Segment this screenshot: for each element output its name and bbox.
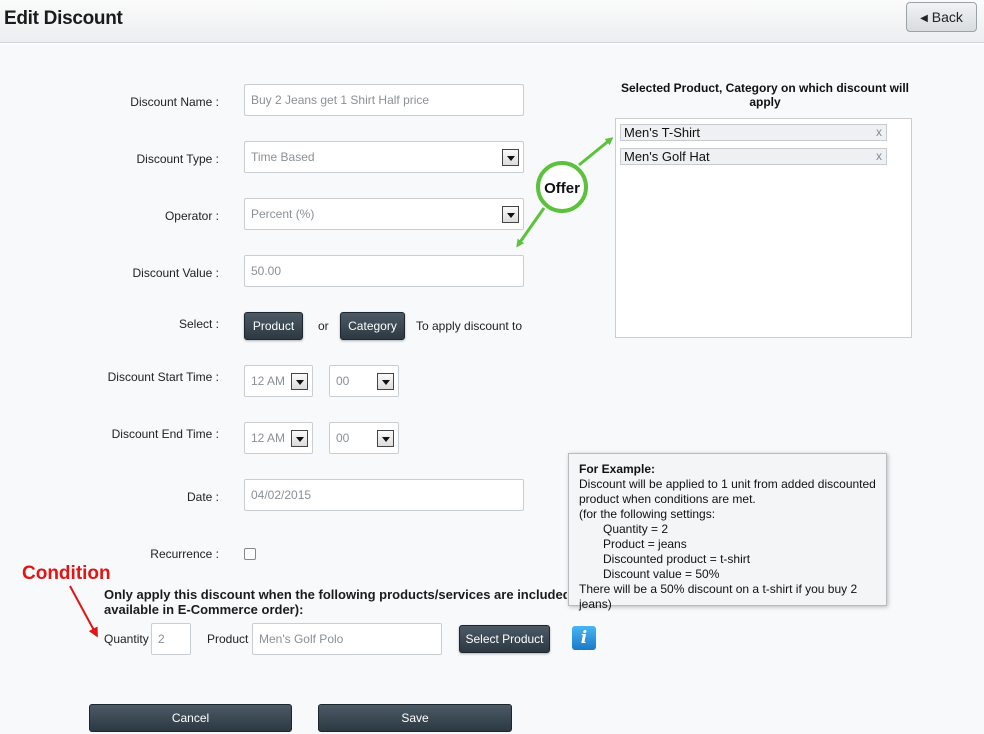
product-button[interactable]: Product	[244, 312, 303, 340]
list-item: Men's T-Shirt x	[620, 124, 887, 141]
condition-heading-line: Only apply this discount when the follow…	[104, 587, 567, 602]
example-line: There will be a 50% discount on a t-shir…	[579, 582, 858, 611]
discount-name-label: Discount Name :	[130, 95, 219, 109]
condition-product-input[interactable]: Men's Golf Polo	[252, 623, 442, 655]
start-time-label: Discount Start Time :	[107, 370, 219, 384]
date-input[interactable]: 04/02/2015	[244, 479, 524, 511]
selected-item-label: Men's Golf Hat	[624, 149, 710, 164]
date-label: Date :	[186, 490, 219, 504]
example-line: Discounted product = t-shirt	[603, 552, 751, 566]
discount-value-input[interactable]: 50.00	[244, 255, 524, 287]
remove-icon[interactable]: x	[876, 125, 882, 140]
end-time-label: Discount End Time :	[111, 427, 219, 441]
page-title: Edit Discount	[4, 8, 123, 29]
discount-type-label: Discount Type :	[136, 152, 220, 166]
apply-discount-text: To apply discount to	[416, 319, 523, 333]
example-line: product when conditions are met.	[579, 492, 756, 506]
page-header: Edit Discount ◀ Back	[0, 0, 984, 43]
back-button[interactable]: ◀ Back	[906, 2, 977, 32]
form-area: Discount Name : Buy 2 Jeans get 1 Shirt …	[0, 44, 984, 734]
start-minute-value: 00	[336, 374, 350, 388]
start-hour-value: 12 AM	[251, 374, 286, 388]
condition-heading: Only apply this discount when the follow…	[104, 587, 574, 617]
quantity-label: Quantity :	[104, 632, 156, 646]
save-button[interactable]: Save	[318, 704, 512, 732]
example-line: Discount will be applied to 1 unit from …	[579, 477, 876, 491]
select-label: Select :	[178, 317, 219, 331]
end-minute-value: 00	[336, 431, 350, 445]
example-title: For Example:	[579, 462, 656, 476]
chevron-down-icon[interactable]	[377, 373, 394, 390]
or-text: or	[318, 319, 329, 333]
selected-items-title: Selected Product, Category on which disc…	[620, 81, 910, 109]
operator-value: Percent (%)	[251, 207, 315, 221]
discount-name-input[interactable]: Buy 2 Jeans get 1 Shirt Half price	[244, 84, 524, 116]
cancel-button[interactable]: Cancel	[89, 704, 292, 732]
info-icon[interactable]: i	[572, 626, 596, 650]
example-line: (for the following settings:	[579, 507, 716, 521]
select-product-button[interactable]: Select Product	[459, 625, 550, 653]
discount-value-label: Discount Value :	[132, 266, 220, 280]
operator-select[interactable]: Percent (%)	[244, 198, 524, 230]
caret-left-icon: ◀	[920, 13, 928, 24]
category-button[interactable]: Category	[340, 312, 405, 340]
list-item: Men's Golf Hat x	[620, 148, 887, 165]
end-hour-select[interactable]: 12 AM	[244, 422, 313, 454]
recurrence-checkbox[interactable]	[244, 548, 256, 560]
example-tooltip: For Example: Discount will be applied to…	[568, 453, 887, 611]
chevron-down-icon[interactable]	[291, 373, 308, 390]
chevron-down-icon[interactable]	[291, 430, 308, 447]
end-minute-select[interactable]: 00	[329, 422, 399, 454]
selected-item-label: Men's T-Shirt	[624, 125, 700, 140]
operator-label: Operator :	[164, 209, 219, 223]
condition-heading-line: available in E-Commerce order):	[104, 602, 304, 617]
start-minute-select[interactable]: 00	[329, 365, 399, 397]
quantity-input[interactable]: 2	[151, 623, 191, 655]
chevron-down-icon[interactable]	[502, 206, 519, 223]
example-line: Discount value = 50%	[603, 567, 720, 581]
example-line: Quantity = 2	[603, 522, 669, 536]
condition-annotation-label: Condition	[22, 563, 111, 584]
chevron-down-icon[interactable]	[502, 149, 519, 166]
example-line: Product = jeans	[603, 537, 687, 551]
recurrence-label: Recurrence :	[150, 547, 219, 561]
selected-items-list: Men's T-Shirt x Men's Golf Hat x	[615, 118, 912, 338]
discount-type-value: Time Based	[251, 150, 315, 164]
product-label: Product :	[207, 632, 256, 646]
discount-type-select[interactable]: Time Based	[244, 141, 524, 173]
end-hour-value: 12 AM	[251, 431, 286, 445]
remove-icon[interactable]: x	[876, 149, 882, 164]
start-hour-select[interactable]: 12 AM	[244, 365, 313, 397]
back-button-label: Back	[931, 9, 963, 25]
chevron-down-icon[interactable]	[377, 430, 394, 447]
